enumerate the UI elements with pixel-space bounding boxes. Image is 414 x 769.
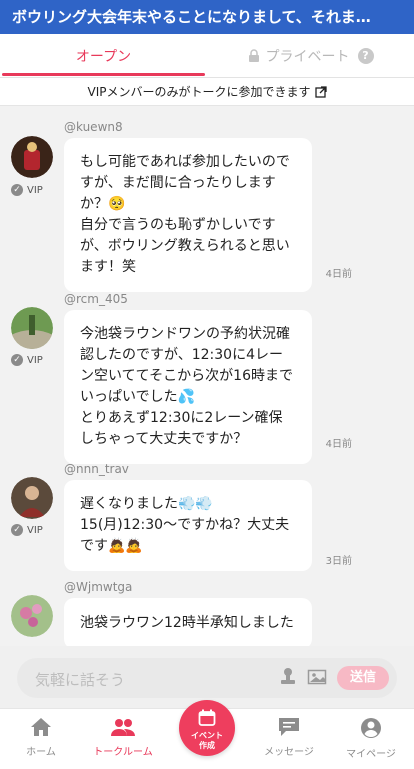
external-link-icon bbox=[314, 85, 327, 98]
username[interactable]: @kuewn8 bbox=[64, 120, 123, 134]
nav-home[interactable]: ホーム bbox=[0, 717, 82, 758]
timestamp: 4日前 bbox=[325, 439, 352, 450]
room-title: ボウリング大会年末やることになりまして、それま… bbox=[0, 0, 414, 34]
username[interactable]: @Wjmwtga bbox=[64, 580, 132, 594]
event-label-2: 作成 bbox=[199, 741, 215, 750]
tab-open-label: オープン bbox=[75, 48, 132, 65]
message-bubble: 今池袋ラウンドワンの予約状況確認したのですが、12:30に4レーン空いててそこか… bbox=[64, 310, 312, 464]
message-bubble: 遅くなりました💨💨 15(月)12:30〜ですかね？大丈夫です🙇🙇 bbox=[64, 480, 312, 571]
avatar[interactable] bbox=[11, 307, 53, 349]
username[interactable]: @nnn_trav bbox=[64, 462, 129, 476]
user-icon bbox=[361, 718, 381, 738]
stamp-icon[interactable] bbox=[279, 667, 297, 687]
vip-badge: ✓ VIP bbox=[11, 184, 43, 196]
calendar-icon bbox=[198, 709, 216, 726]
check-icon: ✓ bbox=[11, 524, 23, 536]
chat-list[interactable]: ✓ VIP @kuewn8 もし可能であれば参加したいのですが、まだ間に合ったりし… bbox=[0, 106, 414, 646]
tab-private[interactable]: プライベート ? bbox=[207, 34, 414, 77]
image-icon[interactable] bbox=[307, 667, 327, 687]
check-icon: ✓ bbox=[11, 354, 23, 366]
vip-notice-text: VIPメンバーのみがトークに参加できます bbox=[87, 85, 311, 99]
message-input[interactable]: 気軽に話そう 送信 bbox=[17, 658, 397, 698]
lock-icon bbox=[248, 48, 259, 62]
nav-talkroom[interactable]: トークルーム bbox=[82, 717, 164, 758]
chat-icon bbox=[279, 718, 299, 736]
avatar[interactable] bbox=[11, 477, 53, 519]
vip-notice[interactable]: VIPメンバーのみがトークに参加できます bbox=[0, 78, 414, 106]
timestamp: 4日前 bbox=[325, 269, 352, 280]
tab-private-label: プライベート bbox=[265, 48, 350, 65]
nav-message[interactable]: メッセージ bbox=[248, 717, 330, 758]
tab-bar: オープン プライベート ? bbox=[0, 34, 414, 78]
people-icon bbox=[111, 719, 135, 736]
home-icon bbox=[31, 718, 51, 736]
vip-badge: ✓ VIP bbox=[11, 524, 43, 536]
input-placeholder: 気軽に話そう bbox=[35, 671, 126, 689]
message-bubble: 池袋ラウワン12時半承知しました bbox=[64, 598, 312, 646]
tab-open[interactable]: オープン bbox=[0, 34, 207, 77]
message-bubble: もし可能であれば参加したいのですが、まだ間に合ったりしますか？🥺 自分で言うのも… bbox=[64, 138, 312, 292]
check-icon: ✓ bbox=[11, 184, 23, 196]
nav-mypage[interactable]: マイページ bbox=[330, 717, 412, 760]
avatar[interactable] bbox=[11, 136, 53, 178]
avatar[interactable] bbox=[11, 595, 53, 637]
vip-badge: ✓ VIP bbox=[11, 354, 43, 366]
username[interactable]: @rcm_405 bbox=[64, 292, 128, 306]
message-input-bar: 気軽に話そう 送信 bbox=[0, 646, 414, 708]
send-button[interactable]: 送信 bbox=[337, 666, 389, 690]
create-event-button[interactable]: イベント 作成 bbox=[179, 700, 235, 756]
event-label-1: イベント bbox=[191, 731, 223, 740]
timestamp: 3日前 bbox=[325, 556, 352, 567]
help-icon[interactable]: ? bbox=[357, 47, 374, 64]
